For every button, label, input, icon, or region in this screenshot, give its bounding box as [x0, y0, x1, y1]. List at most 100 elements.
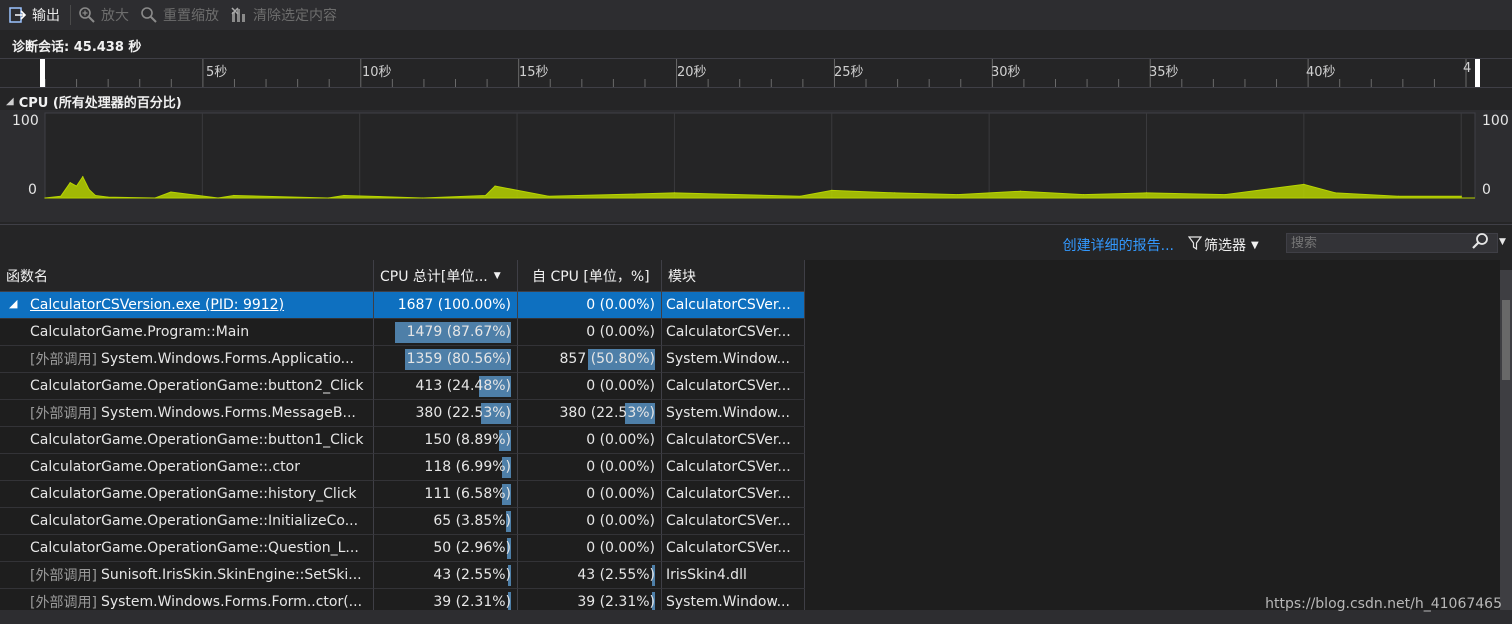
- module-cell: System.Window...: [662, 346, 805, 373]
- function-name-cell[interactable]: CalculatorGame.OperationGame::button1_Cl…: [0, 427, 374, 454]
- table-row[interactable]: CalculatorGame.OperationGame::history_Cl…: [0, 481, 805, 508]
- table-row[interactable]: CalculatorGame.OperationGame::Initialize…: [0, 508, 805, 535]
- cpu-section-header[interactable]: ◢ CPU (所有处理器的百分比): [6, 92, 182, 111]
- clear-selection-label: 清除选定内容: [253, 8, 337, 24]
- function-name-cell[interactable]: CalculatorGame.OperationGame::history_Cl…: [0, 481, 374, 508]
- export-icon: [8, 5, 28, 25]
- self-cpu-cell-value: 0 (0.00%): [586, 486, 655, 502]
- external-call-tag: [外部调用]: [30, 406, 97, 422]
- cpu-data-point: [1020, 190, 1022, 192]
- function-name: CalculatorGame.OperationGame::.ctor: [30, 459, 300, 475]
- timeline-end-handle[interactable]: [1475, 59, 1480, 87]
- collapse-triangle-icon[interactable]: ◢: [6, 96, 14, 107]
- module-name: CalculatorCSVer...: [666, 324, 791, 340]
- function-name-cell[interactable]: [外部调用] System.Windows.Forms.Form..ctor(..…: [0, 589, 374, 610]
- ruler-label: 4: [1463, 61, 1472, 76]
- self-cpu-cell-value: 0 (0.00%): [586, 378, 655, 394]
- module-name: CalculatorCSVer...: [666, 432, 791, 448]
- column-header-module[interactable]: 模块: [662, 260, 805, 292]
- external-call-tag: [外部调用]: [30, 595, 97, 610]
- function-name: CalculatorCSVersion.exe (PID: 9912): [30, 297, 285, 313]
- module-cell: CalculatorCSVer...: [662, 481, 805, 508]
- ruler-label: 25秒: [834, 65, 864, 80]
- search-icon[interactable]: [1471, 232, 1489, 254]
- cpu-total-cell-value: 39 (2.31%): [433, 594, 511, 610]
- cpu-usage-chart[interactable]: [0, 110, 1512, 222]
- search-input[interactable]: [1287, 235, 1467, 251]
- zoom-in-button[interactable]: 放大: [77, 0, 129, 30]
- table-row[interactable]: CalculatorGame.OperationGame::button1_Cl…: [0, 427, 805, 454]
- column-header-label: 自 CPU [单位，%]: [532, 268, 650, 285]
- function-name-cell[interactable]: CalculatorGame.OperationGame::button2_Cl…: [0, 373, 374, 400]
- toolbar: 输出 放大 重置缩放 清除选定内容: [0, 0, 1512, 30]
- ruler-label: 20秒: [677, 65, 707, 80]
- self-cpu-cell: 0 (0.00%): [518, 427, 662, 454]
- reset-zoom-button[interactable]: 重置缩放: [139, 0, 219, 30]
- module-name: CalculatorCSVer...: [666, 513, 791, 529]
- session-duration: 诊断会话: 45.438 秒: [12, 40, 142, 55]
- table-row[interactable]: CalculatorGame.OperationGame::button2_Cl…: [0, 373, 805, 400]
- cpu-data-point: [343, 194, 345, 197]
- function-name-cell[interactable]: CalculatorGame.OperationGame::.ctor: [0, 454, 374, 481]
- table-row[interactable]: [外部调用] Sunisoft.IrisSkin.SkinEngine::SetS…: [0, 562, 805, 589]
- timeline-start-handle[interactable]: [40, 59, 45, 87]
- table-row[interactable]: CalculatorGame.OperationGame::Question_L…: [0, 535, 805, 562]
- module-name: CalculatorCSVer...: [666, 297, 791, 313]
- cpu-data-point: [957, 194, 959, 196]
- collapse-triangle-icon[interactable]: ◢: [9, 297, 17, 310]
- cpu-data-point: [88, 188, 90, 191]
- toolbar-separator: [70, 5, 71, 25]
- cpu-data-point: [494, 185, 496, 187]
- table-row[interactable]: [外部调用] System.Windows.Forms.Form..ctor(..…: [0, 589, 805, 610]
- cpu-total-cell: 150 (8.89%): [374, 427, 518, 454]
- filter-button[interactable]: 筛选器 ▼: [1187, 235, 1259, 255]
- self-cpu-cell: 43 (2.55%): [518, 562, 662, 589]
- function-name-cell[interactable]: [外部调用] System.Windows.Forms.Applicatio...: [0, 346, 374, 373]
- module-name: IrisSkin4.dll: [666, 567, 747, 583]
- scrollbar-thumb[interactable]: [1502, 300, 1510, 380]
- function-name: CalculatorGame.OperationGame::Question_L…: [30, 540, 359, 556]
- clear-selection-button[interactable]: 清除选定内容: [229, 0, 337, 30]
- self-cpu-cell: 857 (50.80%): [518, 346, 662, 373]
- column-header-function-name[interactable]: 函数名: [0, 260, 374, 292]
- search-box[interactable]: [1286, 233, 1498, 253]
- table-row[interactable]: [外部调用] System.Windows.Forms.Applicatio...…: [0, 346, 805, 373]
- table-row[interactable]: ◢ CalculatorCSVersion.exe (PID: 9912) 1687…: [0, 292, 805, 319]
- self-cpu-cell-value: 0 (0.00%): [586, 513, 655, 529]
- function-name-cell[interactable]: ◢ CalculatorCSVersion.exe (PID: 9912): [0, 292, 374, 319]
- function-name-cell[interactable]: CalculatorGame.OperationGame::Question_L…: [0, 535, 374, 562]
- table-row[interactable]: CalculatorGame.OperationGame::.ctor 118 (…: [0, 454, 805, 481]
- self-cpu-cell-value: 0 (0.00%): [586, 324, 655, 340]
- function-name-cell[interactable]: CalculatorGame.Program::Main: [0, 319, 374, 346]
- table-row[interactable]: CalculatorGame.Program::Main 1479 (87.67%…: [0, 319, 805, 346]
- cpu-total-cell: 1479 (87.67%): [374, 319, 518, 346]
- vertical-scrollbar[interactable]: [1500, 270, 1512, 610]
- table-row[interactable]: [外部调用] System.Windows.Forms.MessageB... 38…: [0, 400, 805, 427]
- module-cell: CalculatorCSVer...: [662, 373, 805, 400]
- filter-label: 筛选器: [1204, 238, 1246, 254]
- ruler-label: 10秒: [362, 65, 392, 80]
- column-header-self-cpu[interactable]: 自 CPU [单位，%]: [518, 260, 662, 292]
- export-button[interactable]: 输出: [8, 0, 60, 30]
- function-name-cell[interactable]: [外部调用] System.Windows.Forms.MessageB...: [0, 400, 374, 427]
- cpu-total-cell-value: 65 (3.85%): [433, 513, 511, 529]
- cpu-total-cell: 50 (2.96%): [374, 535, 518, 562]
- create-report-link[interactable]: 创建详细的报告...: [1063, 235, 1174, 255]
- ruler-label: 15秒: [519, 65, 549, 80]
- self-cpu-cell-value: 380 (22.53%): [559, 405, 655, 421]
- column-header-cpu-total[interactable]: CPU 总计[单位... ▼: [374, 260, 518, 292]
- function-name-cell[interactable]: CalculatorGame.OperationGame::Initialize…: [0, 508, 374, 535]
- module-cell: System.Window...: [662, 400, 805, 427]
- self-cpu-cell-value: 0 (0.00%): [586, 459, 655, 475]
- cpu-data-point: [1145, 192, 1148, 194]
- cpu-total-cell-value: 413 (24.48%): [415, 378, 511, 394]
- module-cell: CalculatorCSVer...: [662, 292, 805, 319]
- search-options-chevron-icon[interactable]: ▼: [1499, 237, 1506, 247]
- self-cpu-cell-value: 43 (2.55%): [577, 567, 655, 583]
- module-cell: CalculatorCSVer...: [662, 508, 805, 535]
- cpu-data-point: [82, 176, 84, 178]
- cpu-section-title: CPU (所有处理器的百分比): [18, 96, 182, 111]
- module-name: System.Window...: [666, 594, 790, 610]
- function-name-cell[interactable]: [外部调用] Sunisoft.IrisSkin.SkinEngine::SetS…: [0, 562, 374, 589]
- timeline-ruler[interactable]: 5秒 10秒 15秒 20秒 25秒 30秒 35秒 40秒 4: [0, 58, 1512, 88]
